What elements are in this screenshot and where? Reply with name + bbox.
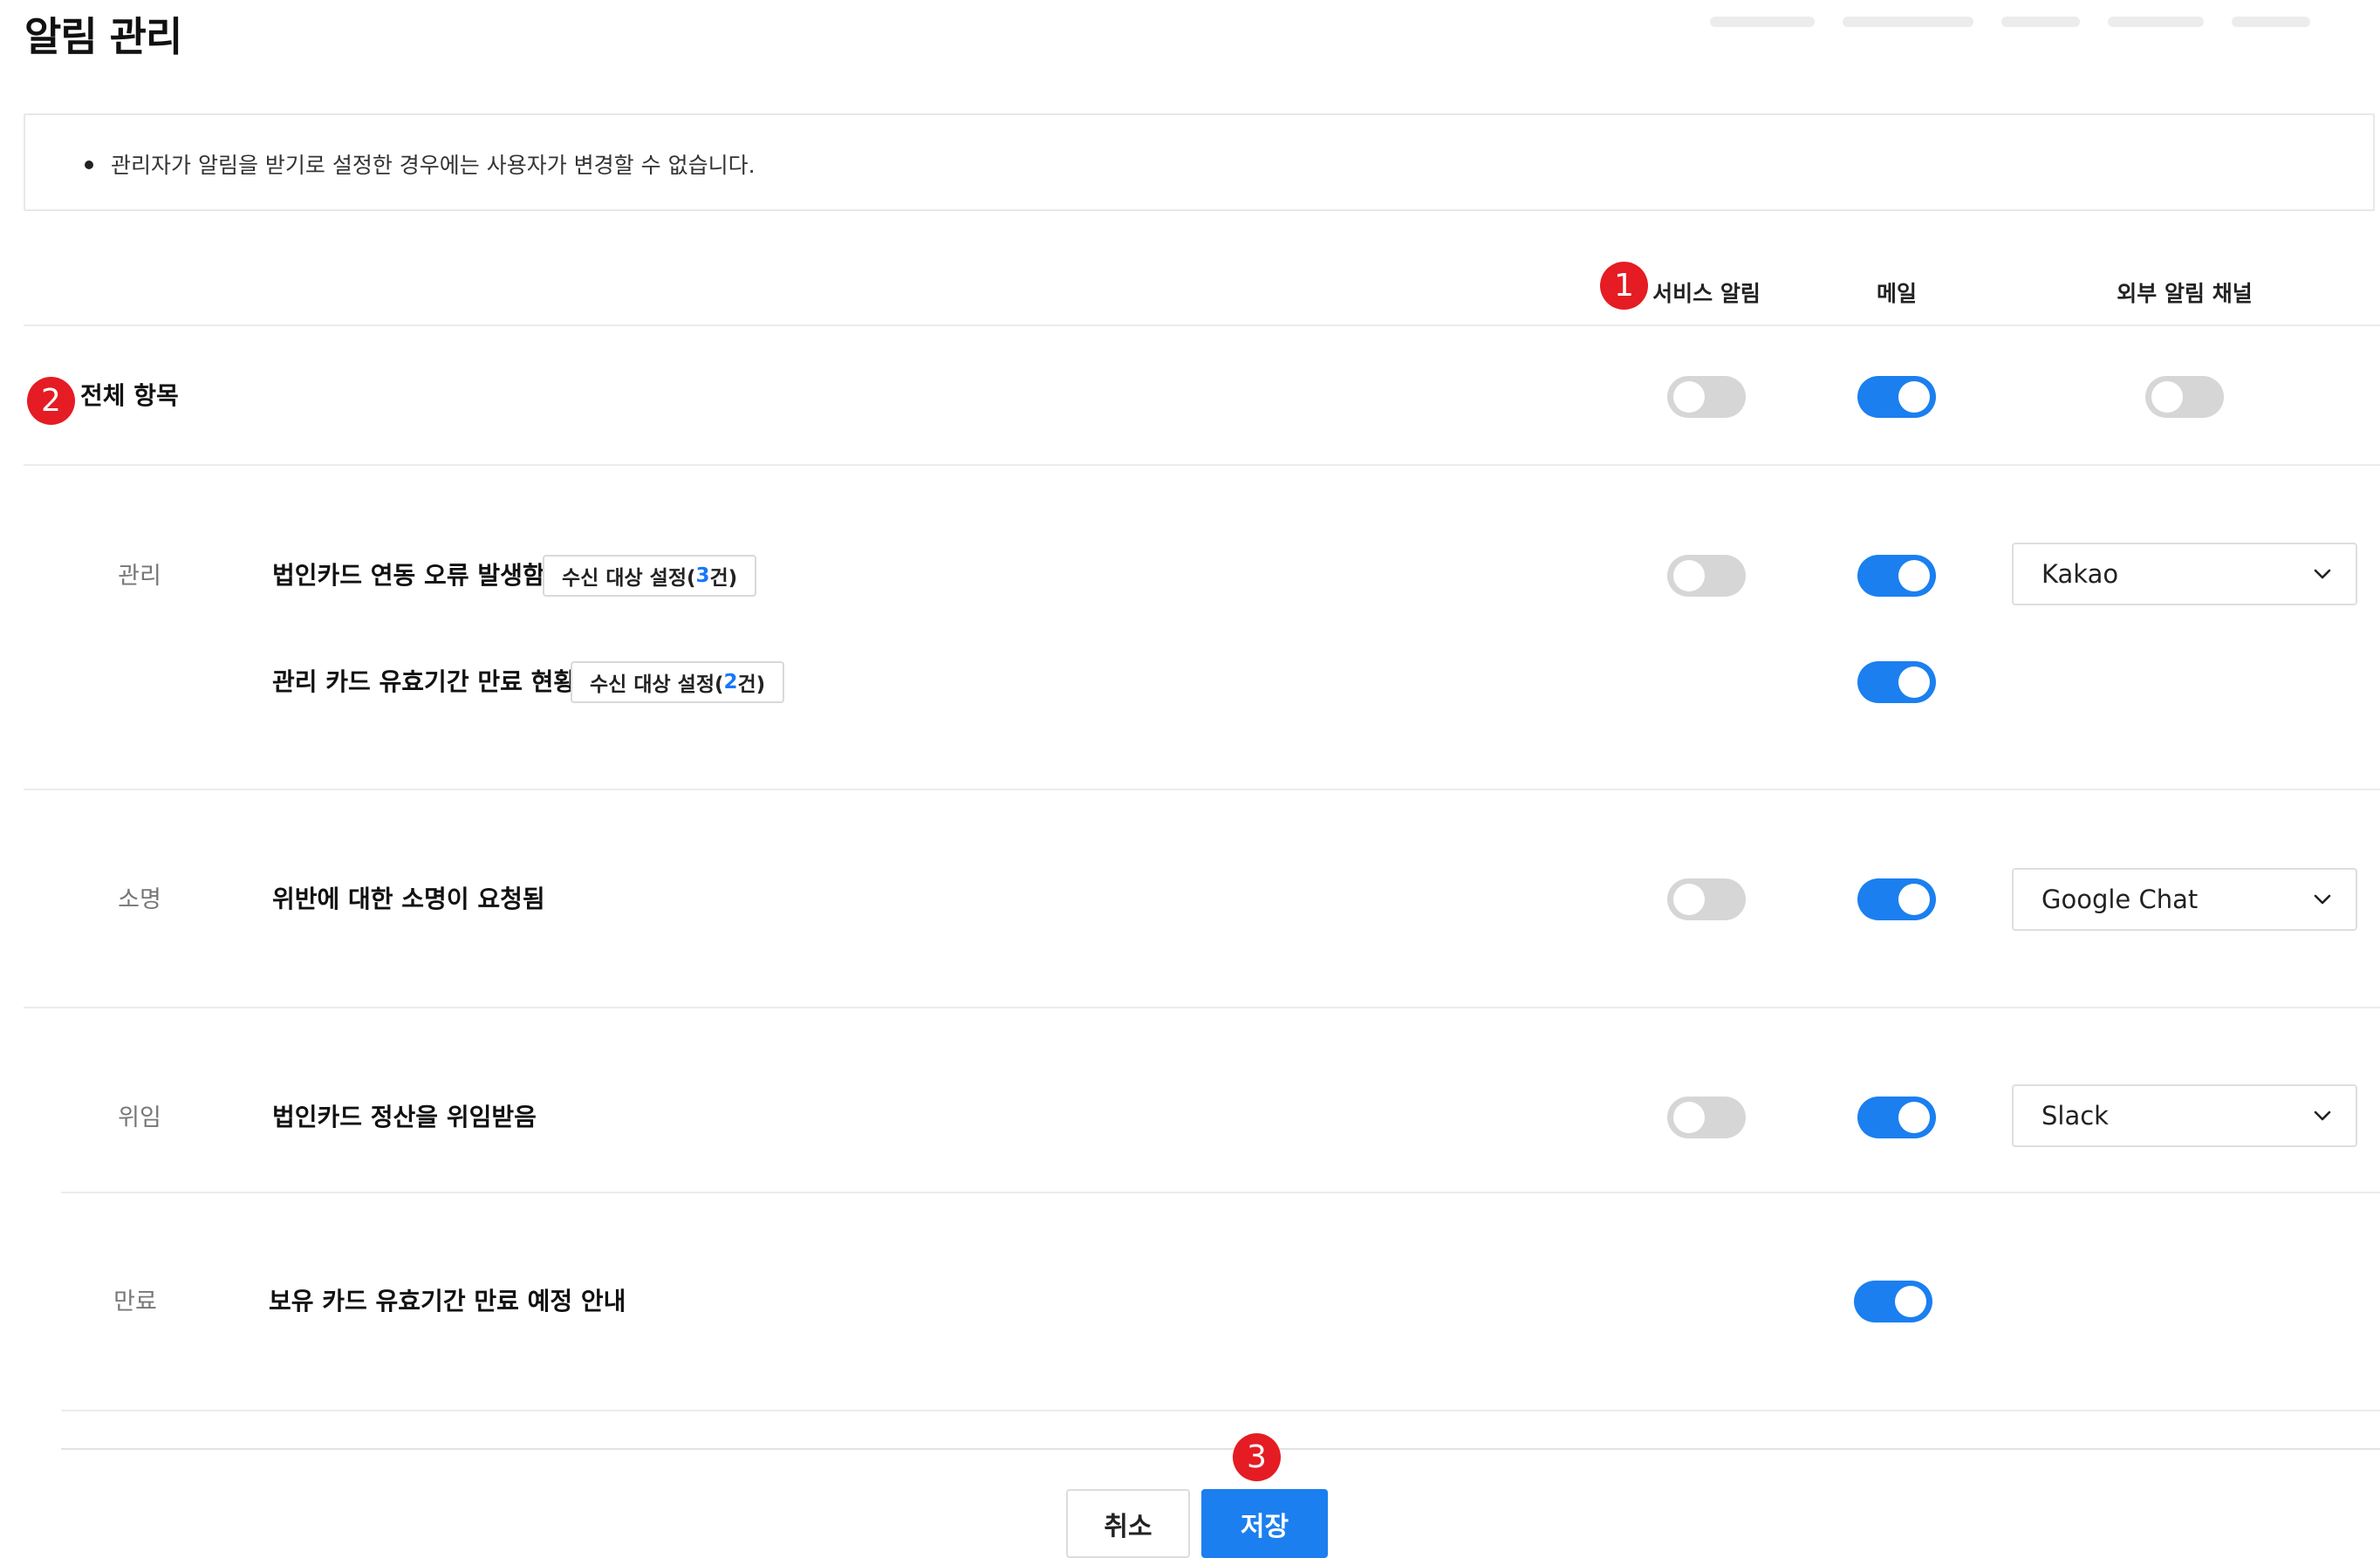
divider <box>61 1192 2380 1193</box>
toggle-knob <box>1898 666 1930 698</box>
divider <box>24 325 2380 326</box>
category-label: 소명 <box>118 886 161 913</box>
toggle-knob <box>2151 381 2183 413</box>
external-channel-select[interactable]: Slack <box>2012 1084 2357 1147</box>
select-value: Kakao <box>2041 559 2119 589</box>
mail-toggle[interactable] <box>1857 1097 1936 1138</box>
column-header-mail: 메일 <box>1876 281 1917 306</box>
category-label: 관리 <box>118 563 161 590</box>
notification-item-label: 관리 카드 유효기간 만료 현황 <box>272 667 577 696</box>
external-channel-select[interactable]: Kakao <box>2012 543 2357 605</box>
mail-toggle[interactable] <box>1857 878 1936 920</box>
recipient-setting-button[interactable]: 수신 대상 설정(3 건) <box>543 555 757 597</box>
recipient-setting-label: 수신 대상 설정( <box>590 673 724 696</box>
annotation-badge-2: 2 <box>27 377 75 425</box>
notice-box: 관리자가 알림을 받기로 설정한 경우에는 사용자가 변경할 수 없습니다. <box>24 113 2375 211</box>
mail-toggle[interactable] <box>1857 555 1936 597</box>
column-header-external: 외부 알림 채널 <box>2117 281 2253 306</box>
divider <box>24 789 2380 790</box>
all-mail-toggle[interactable] <box>1857 376 1936 418</box>
bullet-icon <box>85 161 93 169</box>
mail-toggle[interactable] <box>1857 661 1936 703</box>
cancel-button[interactable]: 취소 <box>1066 1489 1190 1558</box>
save-button[interactable]: 저장 <box>1201 1489 1328 1558</box>
toggle-knob <box>1898 381 1930 413</box>
divider <box>24 464 2380 466</box>
notification-item-label: 위반에 대한 소명이 요청됨 <box>272 885 545 913</box>
external-channel-select[interactable]: Google Chat <box>2012 868 2357 931</box>
select-value: Google Chat <box>2041 885 2199 914</box>
notice-text: 관리자가 알림을 받기로 설정한 경우에는 사용자가 변경할 수 없습니다. <box>111 153 756 178</box>
toggle-knob <box>1898 884 1930 915</box>
divider <box>24 1007 2380 1008</box>
recipient-setting-label: 수신 대상 설정( <box>562 567 696 590</box>
toggle-knob <box>1673 381 1705 413</box>
toggle-knob <box>1673 560 1705 591</box>
recipient-count: 2 <box>723 671 738 694</box>
toggle-knob <box>1898 1102 1930 1133</box>
toggle-knob <box>1898 560 1930 591</box>
notification-item-label: 법인카드 정산을 위임받음 <box>272 1103 537 1131</box>
all-external-toggle[interactable] <box>2145 376 2224 418</box>
chevron-down-icon <box>2314 894 2331 905</box>
annotation-badge-3: 3 <box>1233 1433 1281 1481</box>
category-label: 위임 <box>118 1104 161 1131</box>
chevron-down-icon <box>2314 1110 2331 1121</box>
recipient-setting-button[interactable]: 수신 대상 설정(2 건) <box>571 661 785 703</box>
service-toggle[interactable] <box>1667 555 1746 597</box>
recipient-setting-suffix: 건) <box>737 673 766 696</box>
all-items-label: 전체 항목 <box>80 381 179 410</box>
chevron-down-icon <box>2314 569 2331 579</box>
recipient-count: 3 <box>695 564 710 587</box>
service-toggle[interactable] <box>1667 878 1746 920</box>
toggle-knob <box>1673 1102 1705 1133</box>
all-service-toggle[interactable] <box>1667 376 1746 418</box>
faded-header-toolbar <box>1710 9 2321 35</box>
select-value: Slack <box>2041 1101 2109 1131</box>
service-toggle[interactable] <box>1667 1097 1746 1138</box>
mail-toggle[interactable] <box>1854 1281 1932 1322</box>
divider <box>61 1410 2380 1411</box>
recipient-setting-suffix: 건) <box>709 567 738 590</box>
category-label: 만료 <box>113 1288 157 1315</box>
page-title: 알림 관리 <box>24 13 182 60</box>
notification-item-label: 보유 카드 유효기간 만료 예정 안내 <box>269 1287 626 1315</box>
toggle-knob <box>1895 1286 1926 1317</box>
notification-item-label: 법인카드 연동 오류 발생함 <box>272 561 545 590</box>
toggle-knob <box>1673 884 1705 915</box>
footer-divider <box>61 1448 2380 1450</box>
